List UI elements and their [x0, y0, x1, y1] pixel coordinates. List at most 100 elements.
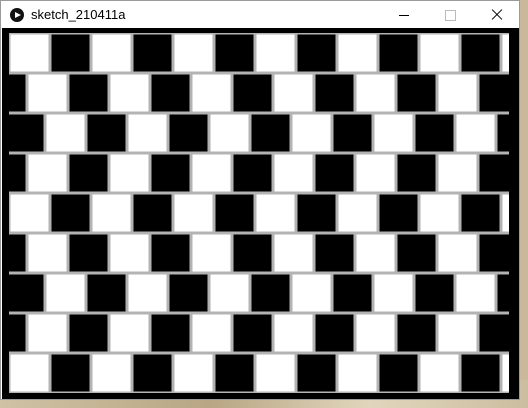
dark-tile [233, 314, 272, 352]
light-tile [274, 234, 313, 272]
light-tile [10, 194, 49, 232]
dark-tile [9, 154, 26, 192]
dark-tile [379, 354, 418, 392]
close-button[interactable] [473, 1, 519, 29]
dark-tile [133, 34, 172, 72]
dark-tile [169, 114, 208, 152]
light-tile [210, 114, 249, 152]
light-tile [110, 314, 149, 352]
cafe-wall-illusion [9, 34, 509, 392]
light-tile [438, 314, 477, 352]
dark-tile [51, 354, 90, 392]
sketch-canvas-frame [2, 28, 519, 399]
dark-tile [151, 314, 190, 352]
dark-tile [315, 314, 354, 352]
dark-tile [151, 74, 190, 112]
dark-tile [297, 354, 336, 392]
dark-tile [461, 34, 500, 72]
light-tile [338, 34, 377, 72]
light-tile [356, 154, 395, 192]
dark-tile [233, 74, 272, 112]
dark-tile [69, 154, 108, 192]
minimize-button[interactable] [381, 1, 427, 29]
light-tile [46, 274, 85, 312]
light-tile [256, 354, 295, 392]
dark-tile [479, 314, 509, 352]
light-tile [502, 34, 509, 72]
light-tile [192, 154, 231, 192]
light-tile [174, 34, 213, 72]
dark-tile [69, 314, 108, 352]
light-tile [110, 74, 149, 112]
title-bar[interactable]: sketch_210411a [1, 1, 519, 29]
light-tile [356, 74, 395, 112]
light-tile [28, 154, 67, 192]
dark-tile [415, 114, 454, 152]
dark-tile [215, 194, 254, 232]
dark-tile [251, 274, 290, 312]
light-tile [174, 354, 213, 392]
processing-app-icon [10, 8, 24, 22]
light-tile [274, 314, 313, 352]
dark-tile [397, 314, 436, 352]
dark-tile [215, 34, 254, 72]
light-tile [356, 314, 395, 352]
light-tile [292, 274, 331, 312]
light-tile [438, 154, 477, 192]
dark-tile [9, 114, 44, 152]
light-tile [92, 194, 131, 232]
dark-tile [297, 34, 336, 72]
dark-tile [379, 194, 418, 232]
dark-tile [461, 194, 500, 232]
sketch-canvas[interactable] [9, 33, 509, 393]
dark-tile [69, 74, 108, 112]
dark-tile [69, 234, 108, 272]
light-tile [274, 74, 313, 112]
dark-tile [151, 234, 190, 272]
dark-tile [51, 34, 90, 72]
maximize-button[interactable] [427, 1, 473, 29]
light-tile [438, 74, 477, 112]
dark-tile [415, 274, 454, 312]
light-tile [192, 314, 231, 352]
light-tile [192, 74, 231, 112]
light-tile [28, 74, 67, 112]
dark-tile [87, 114, 126, 152]
light-tile [110, 234, 149, 272]
light-tile [338, 194, 377, 232]
light-tile [438, 234, 477, 272]
light-tile [28, 234, 67, 272]
light-tile [128, 274, 167, 312]
dark-tile [51, 194, 90, 232]
dark-tile [9, 74, 26, 112]
light-tile [92, 354, 131, 392]
dark-tile [9, 234, 26, 272]
dark-tile [479, 234, 509, 272]
dark-tile [397, 74, 436, 112]
dark-tile [479, 154, 509, 192]
dark-tile [315, 154, 354, 192]
light-tile [420, 34, 459, 72]
light-tile [110, 154, 149, 192]
dark-tile [379, 34, 418, 72]
dark-tile [479, 74, 509, 112]
light-tile [192, 234, 231, 272]
light-tile [256, 194, 295, 232]
dark-tile [233, 234, 272, 272]
light-tile [128, 114, 167, 152]
light-tile [210, 274, 249, 312]
dark-tile [333, 114, 372, 152]
light-tile [274, 154, 313, 192]
light-tile [374, 114, 413, 152]
maximize-icon [445, 10, 456, 21]
dark-tile [461, 354, 500, 392]
dark-tile [133, 354, 172, 392]
dark-tile [397, 234, 436, 272]
light-tile [174, 194, 213, 232]
light-tile [10, 34, 49, 72]
dark-tile [297, 194, 336, 232]
light-tile [456, 274, 495, 312]
light-tile [502, 354, 509, 392]
light-tile [420, 354, 459, 392]
dark-tile [87, 274, 126, 312]
